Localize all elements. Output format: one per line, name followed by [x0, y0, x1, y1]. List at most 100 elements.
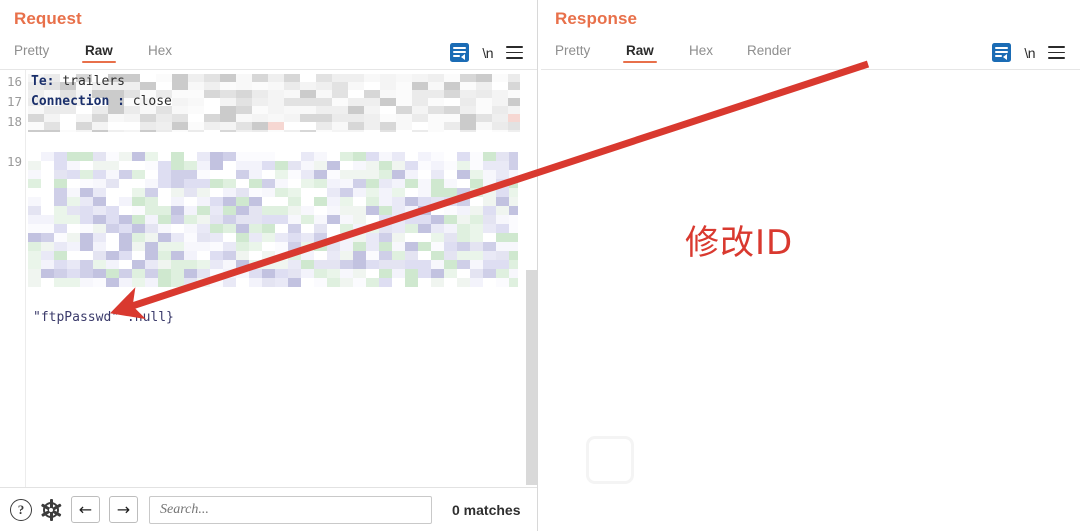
- request-editor[interactable]: 10Content-Length : 44911Origin:12Referer…: [0, 70, 537, 487]
- request-vertical-scrollbar[interactable]: [526, 70, 537, 487]
- response-editor[interactable]: [541, 70, 1080, 487]
- mosaic-cell: [379, 170, 392, 179]
- response-menu-button[interactable]: [1048, 46, 1065, 59]
- request-tab-hex[interactable]: Hex: [148, 43, 172, 63]
- mosaic-cell: [158, 188, 171, 197]
- request-tab-raw[interactable]: Raw: [82, 43, 116, 63]
- mosaic-cell: [483, 233, 496, 242]
- mosaic-cell: [366, 206, 379, 215]
- mosaic-cell: [379, 206, 392, 215]
- mosaic-cell: [158, 206, 171, 215]
- mosaic-cell: [106, 260, 119, 269]
- request-word-wrap-button[interactable]: [450, 43, 470, 62]
- mosaic-cell: [496, 251, 509, 260]
- mosaic-cell: [124, 130, 140, 132]
- mosaic-cell: [327, 224, 340, 233]
- mosaic-cell: [275, 242, 288, 251]
- mosaic-cell: [106, 251, 119, 260]
- mosaic-cell: [275, 206, 288, 215]
- mosaic-cell: [457, 224, 470, 233]
- mosaic-cell: [431, 152, 444, 161]
- response-word-wrap-button[interactable]: [992, 43, 1012, 62]
- mosaic-cell: [28, 170, 41, 179]
- help-icon[interactable]: ?: [10, 498, 32, 521]
- line-number: 19: [6, 154, 22, 169]
- request-tab-pretty[interactable]: Pretty: [14, 43, 49, 63]
- mosaic-cell: [171, 269, 184, 278]
- mosaic-cell: [93, 188, 106, 197]
- mosaic-cell: [508, 82, 520, 90]
- mosaic-cell: [301, 224, 314, 233]
- mosaic-cell: [93, 170, 106, 179]
- pane-divider[interactable]: [537, 0, 538, 531]
- mosaic-cell: [508, 122, 520, 130]
- mosaic-cell: [392, 251, 405, 260]
- response-newline-button[interactable]: \n: [1024, 45, 1035, 61]
- mosaic-cell: [220, 82, 236, 90]
- gear-icon[interactable]: [40, 498, 62, 521]
- mosaic-cell: [158, 251, 171, 260]
- mosaic-cell: [28, 161, 41, 170]
- mosaic-cell: [28, 260, 41, 269]
- response-tab-hex[interactable]: Hex: [689, 43, 713, 63]
- mosaic-cell: [418, 179, 431, 188]
- mosaic-cell: [405, 215, 418, 224]
- mosaic-cell: [405, 188, 418, 197]
- mosaic-cell: [210, 179, 223, 188]
- request-newline-button[interactable]: \n: [482, 45, 493, 61]
- request-menu-button[interactable]: [506, 46, 523, 59]
- mosaic-cell: [197, 260, 210, 269]
- mosaic-cell: [145, 260, 158, 269]
- mosaic-cell: [119, 233, 132, 242]
- request-search-input[interactable]: [158, 500, 423, 519]
- mosaic-cell: [492, 106, 508, 114]
- response-tab-raw[interactable]: Raw: [623, 43, 657, 63]
- request-search-next-button[interactable]: →: [109, 496, 138, 523]
- mosaic-cell: [210, 161, 223, 170]
- mosaic-cell: [444, 233, 457, 242]
- mosaic-cell: [80, 260, 93, 269]
- mosaic-cell: [249, 152, 262, 161]
- header-value: close: [132, 94, 172, 109]
- mosaic-cell: [405, 233, 418, 242]
- mosaic-cell: [470, 224, 483, 233]
- request-search-prev-button[interactable]: ←: [71, 496, 100, 523]
- mosaic-cell: [444, 242, 457, 251]
- mosaic-cell: [223, 170, 236, 179]
- mosaic-cell: [366, 170, 379, 179]
- mosaic-cell: [444, 74, 460, 82]
- mosaic-cell: [366, 161, 379, 170]
- request-search-box[interactable]: [149, 495, 432, 524]
- mosaic-cell: [457, 197, 470, 206]
- mosaic-cell: [412, 130, 428, 132]
- mosaic-cell: [418, 215, 431, 224]
- response-tab-pretty[interactable]: Pretty: [555, 43, 590, 63]
- mosaic-cell: [316, 114, 332, 122]
- mosaic-cell: [348, 114, 364, 122]
- mosaic-cell: [476, 74, 492, 82]
- mosaic-cell: [444, 114, 460, 122]
- mosaic-cell: [236, 260, 249, 269]
- mosaic-cell: [106, 233, 119, 242]
- mosaic-cell: [252, 90, 268, 98]
- mosaic-cell: [457, 152, 470, 161]
- mosaic-cell: [301, 278, 314, 287]
- mosaic-cell: [316, 106, 332, 114]
- mosaic-cell: [496, 233, 509, 242]
- mosaic-cell: [171, 179, 184, 188]
- mosaic-cell: [119, 152, 132, 161]
- mosaic-cell: [457, 242, 470, 251]
- mosaic-cell: [67, 233, 80, 242]
- mosaic-cell: [249, 260, 262, 269]
- mosaic-cell: [316, 82, 332, 90]
- mosaic-cell: [301, 233, 314, 242]
- mosaic-cell: [28, 269, 41, 278]
- mosaic-cell: [444, 215, 457, 224]
- request-scrollbar-thumb[interactable]: [526, 270, 537, 485]
- response-tab-render[interactable]: Render: [747, 43, 791, 63]
- mosaic-cell: [301, 179, 314, 188]
- mosaic-cell: [67, 269, 80, 278]
- mosaic-cell: [392, 170, 405, 179]
- mosaic-cell: [470, 242, 483, 251]
- mosaic-cell: [158, 278, 171, 287]
